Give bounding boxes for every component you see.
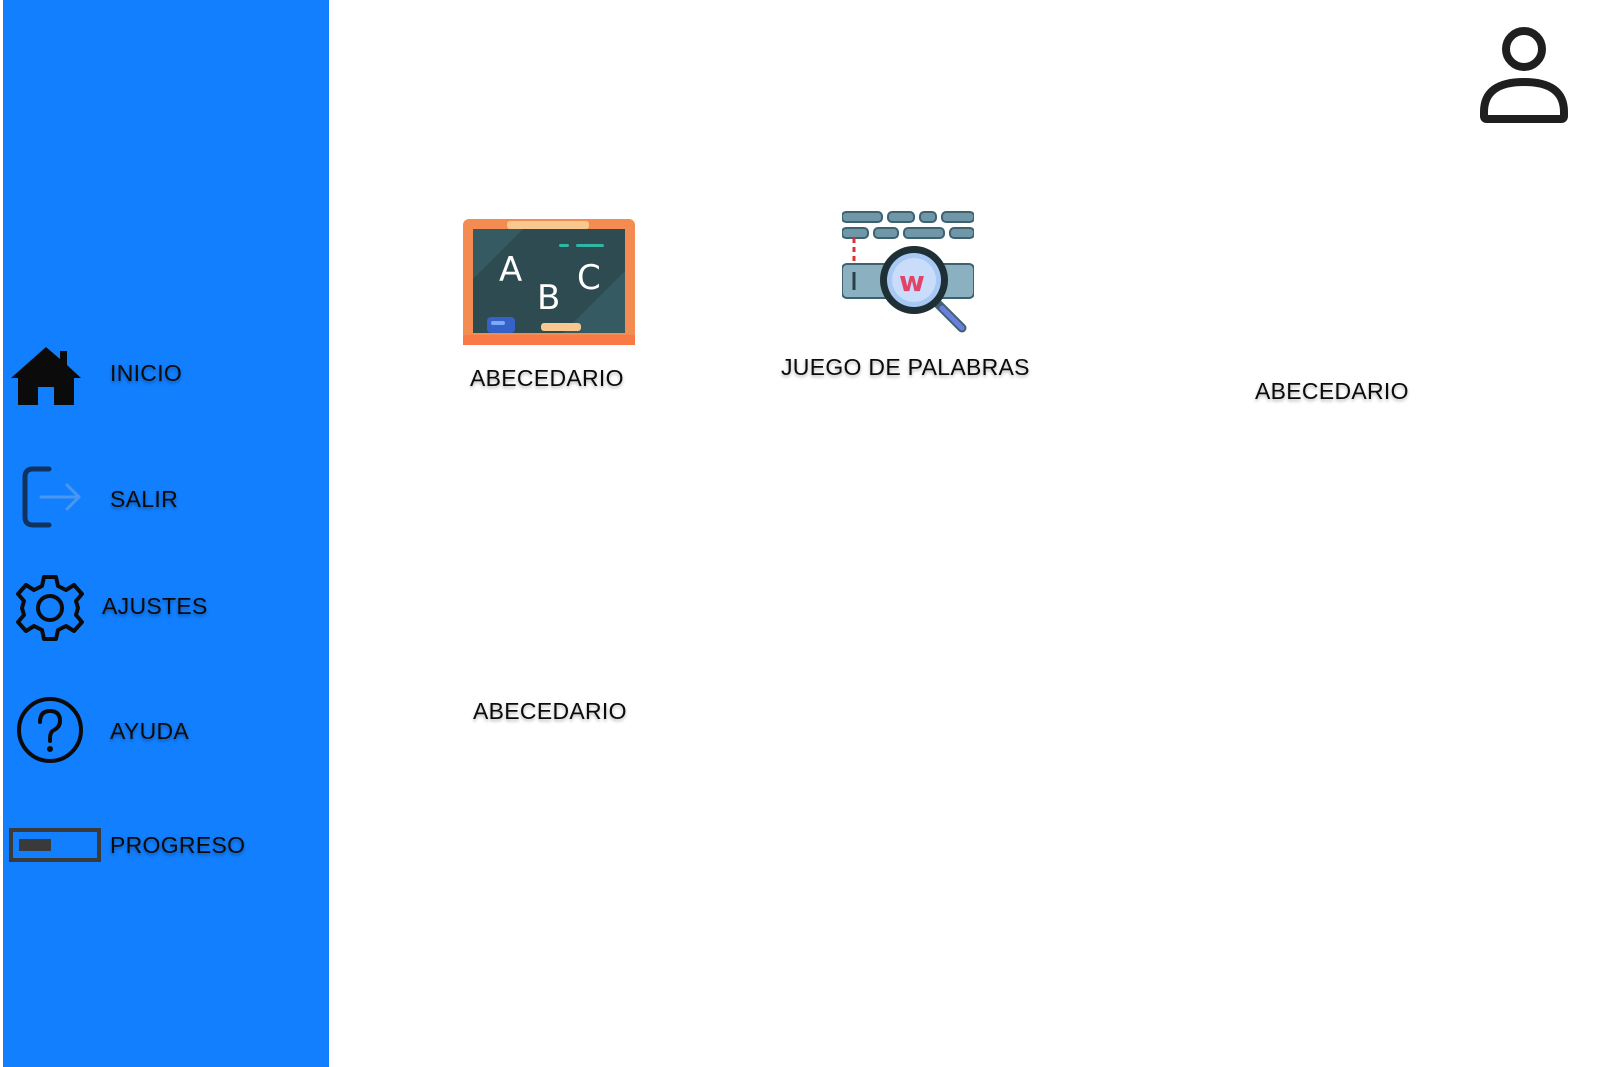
sidebar-item-label: AJUSTES [102,593,208,619]
sidebar: INICIO SALIR AJUSTES AYUDA PROGRESO [3,0,329,1067]
help-icon [16,696,84,769]
home-icon [9,345,83,412]
sidebar-item-label: PROGRESO [110,832,246,858]
sidebar-item-salir[interactable]: SALIR [9,465,309,531]
user-icon[interactable] [1478,22,1570,124]
card-abecedario-3[interactable]: ABECEDARIO [470,690,650,740]
sidebar-item-ajustes[interactable]: AJUSTES [9,573,309,643]
logout-icon [19,465,85,534]
progress-bar-icon [9,828,101,867]
chalkboard-abc-icon: A B C [463,219,635,352]
svg-text:w: w [899,265,925,298]
card-label: ABECEDARIO [473,698,627,724]
card-abecedario-2[interactable]: ABECEDARIO [1255,370,1435,420]
sidebar-item-label: AYUDA [110,718,190,744]
progress-fill [19,839,51,851]
card-label: ABECEDARIO [1255,378,1409,404]
card-abecedario[interactable]: A B C ABECEDARIO [460,212,650,392]
sidebar-item-progreso[interactable]: PROGRESO [9,820,309,870]
sidebar-item-label: SALIR [110,486,178,512]
svg-text:A: A [499,250,522,290]
svg-text:C: C [577,258,601,298]
svg-text:B: B [537,278,560,318]
card-juego-de-palabras[interactable]: w JUEGO DE PALABRAS [780,208,1060,388]
gear-icon [15,573,85,648]
card-label: JUEGO DE PALABRAS [781,354,1030,380]
card-label: ABECEDARIO [470,365,624,391]
sidebar-item-ayuda[interactable]: AYUDA [9,696,309,766]
sidebar-item-label: INICIO [110,360,183,386]
sidebar-item-inicio[interactable]: INICIO [9,345,309,415]
word-search-icon: w [841,208,975,345]
